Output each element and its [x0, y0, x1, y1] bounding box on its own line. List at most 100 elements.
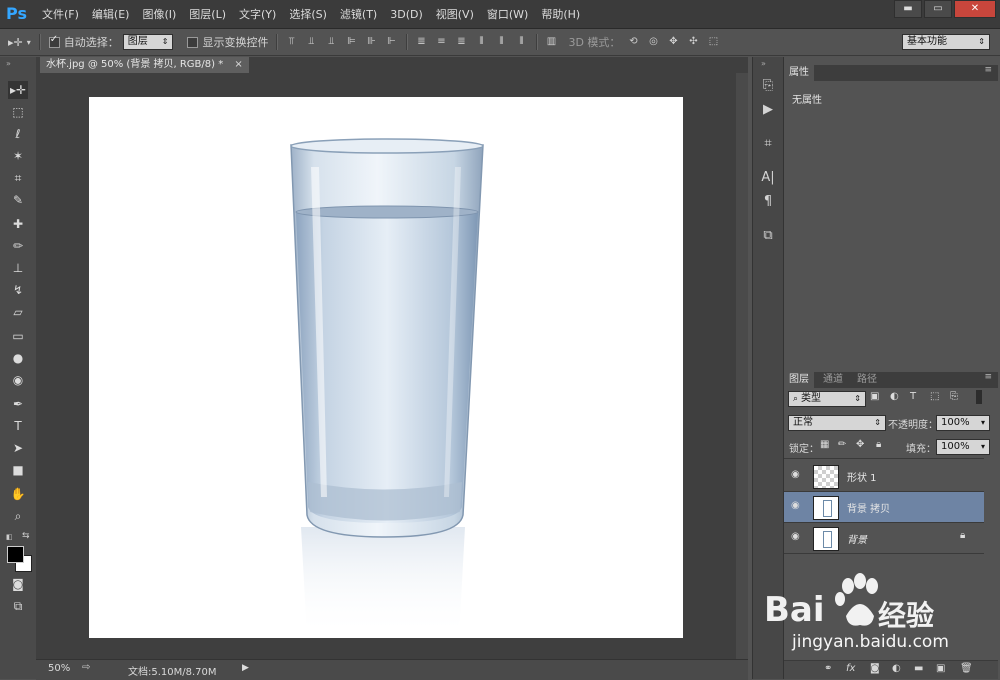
move-tool-preset[interactable]: ▸✛ ▾ — [8, 36, 31, 49]
tab-paths[interactable]: 路径 — [852, 372, 882, 388]
maximize-button[interactable]: ▭ — [924, 0, 952, 18]
menu-item[interactable]: 图层(L) — [189, 6, 226, 22]
screen-mode-icon[interactable]: ⧉ — [8, 597, 28, 615]
actions-panel-icon[interactable]: ▶ — [759, 101, 777, 119]
mask-icon[interactable]: ◙ — [870, 663, 880, 674]
visibility-eye-icon[interactable]: ◉ — [791, 500, 800, 511]
move-tool-icon[interactable]: ▸✛ — [8, 81, 28, 99]
menu-item[interactable]: 文件(F) — [42, 6, 79, 22]
panel-menu-icon[interactable]: ≡ — [984, 372, 992, 382]
auto-select-checkbox[interactable]: 自动选择： 图层 ⇕ — [48, 34, 174, 50]
panel-menu-icon[interactable]: ≡ — [984, 65, 992, 75]
crop-tool-icon[interactable]: ⌗ — [8, 169, 28, 187]
menu-item[interactable]: 滤镜(T) — [340, 6, 377, 22]
brush-presets-icon[interactable]: ⌗ — [759, 135, 777, 153]
clone-stamp-tool-icon[interactable]: ⊥ — [8, 259, 28, 277]
lasso-tool-icon[interactable]: ℓ — [8, 125, 28, 143]
lock-position-icon[interactable]: ✥ — [856, 439, 864, 450]
collapse-icon[interactable]: » — [761, 59, 766, 68]
healing-brush-tool-icon[interactable]: ✚ — [8, 215, 28, 233]
history-panel-icon[interactable]: ⎘ — [759, 77, 777, 95]
distribute-right-icon[interactable]: ⦀ — [514, 36, 528, 48]
history-brush-tool-icon[interactable]: ↯ — [8, 281, 28, 299]
filter-smart-object-icon[interactable]: ⎘ — [950, 391, 958, 402]
status-menu-arrow-icon[interactable]: ▶ — [242, 663, 249, 673]
align-top-icon[interactable]: ⫪ — [284, 36, 298, 48]
filter-type-icon[interactable]: T — [910, 391, 916, 402]
align-hcenter-icon[interactable]: ⊪ — [364, 36, 378, 48]
type-tool-icon[interactable]: T — [8, 417, 28, 435]
tab-properties[interactable]: 属性 — [784, 65, 814, 81]
distribute-top-icon[interactable]: ≣ — [414, 36, 428, 48]
new-layer-icon[interactable]: ▣ — [936, 663, 945, 674]
minimize-button[interactable]: ▬ — [894, 0, 922, 18]
workspace-dropdown[interactable]: 基本功能 ⇕ — [902, 34, 990, 50]
layer-row-selected[interactable]: ◉ 背景 拷贝 — [784, 492, 984, 522]
align-bottom-icon[interactable]: ⫫ — [324, 36, 338, 48]
document-canvas[interactable] — [89, 97, 683, 638]
tab-channels[interactable]: 通道 — [818, 372, 848, 388]
lock-pixels-icon[interactable]: ✏ — [838, 439, 846, 450]
collapse-icon[interactable]: » — [6, 59, 11, 68]
menu-item[interactable]: 窗口(W) — [487, 6, 528, 22]
menu-item[interactable]: 编辑(E) — [92, 6, 130, 22]
menu-item[interactable]: 帮助(H) — [541, 6, 580, 22]
menu-item[interactable]: 图像(I) — [142, 6, 176, 22]
show-transform-checkbox[interactable]: 显示变换控件 — [187, 34, 268, 50]
character-panel-icon[interactable]: A| — [759, 169, 777, 187]
visibility-eye-icon[interactable]: ◉ — [791, 531, 800, 542]
filter-shape-icon[interactable]: ⬚ — [930, 391, 939, 402]
paragraph-styles-icon[interactable]: ⧉ — [759, 227, 777, 245]
link-icon[interactable]: ⚭ — [824, 663, 832, 674]
close-button[interactable]: ✕ — [954, 0, 996, 18]
zoom-tool-icon[interactable]: ⌕ — [8, 507, 28, 525]
layer-row[interactable]: ◉ 背景 🔒︎ — [784, 523, 984, 553]
menu-item[interactable]: 3D(D) — [390, 8, 423, 21]
opacity-field[interactable]: 100% ▾ — [936, 415, 990, 431]
group-icon[interactable]: ▬ — [914, 663, 923, 674]
fx-icon[interactable]: fx — [846, 663, 855, 674]
paragraph-panel-icon[interactable]: ¶ — [759, 193, 777, 211]
3d-scale-icon[interactable]: ⬚ — [706, 36, 720, 48]
gradient-tool-icon[interactable]: ▭ — [8, 327, 28, 345]
layer-row[interactable]: ◉ 形状 1 — [784, 461, 984, 491]
share-icon[interactable]: ⇨ — [82, 662, 90, 673]
delete-icon[interactable]: 🗑︎ — [960, 663, 973, 674]
document-tab[interactable]: 水杯.jpg @ 50% (背景 拷贝, RGB/8) * × — [40, 57, 249, 73]
align-right-icon[interactable]: ⊩ — [384, 36, 398, 48]
3d-slide-icon[interactable]: ✣ — [686, 36, 700, 48]
adjustment-icon[interactable]: ◐ — [892, 663, 901, 674]
lock-transparent-icon[interactable]: ▦ — [820, 439, 829, 450]
path-selection-tool-icon[interactable]: ➤ — [8, 439, 28, 457]
blur-tool-icon[interactable]: ● — [8, 349, 28, 367]
3d-pan-icon[interactable]: ✥ — [666, 36, 680, 48]
blend-mode-dropdown[interactable]: 正常 ⇕ — [788, 415, 886, 431]
fill-field[interactable]: 100% ▾ — [936, 439, 990, 455]
menu-item[interactable]: 选择(S) — [289, 6, 327, 22]
close-tab-icon[interactable]: × — [234, 59, 242, 70]
eraser-tool-icon[interactable]: ▱ — [8, 303, 28, 321]
quick-mask-icon[interactable]: ◙ — [8, 575, 28, 593]
menu-item[interactable]: 文字(Y) — [239, 6, 276, 22]
swap-colors-icon[interactable]: ⇆ — [22, 531, 30, 541]
auto-select-target-dropdown[interactable]: 图层 ⇕ — [122, 34, 174, 50]
filter-toggle-switch[interactable] — [976, 390, 982, 404]
distribute-vcenter-icon[interactable]: ≡ — [434, 36, 448, 48]
rectangle-tool-icon[interactable]: ■ — [8, 461, 28, 479]
distribute-hcenter-icon[interactable]: ⦀ — [494, 36, 508, 48]
3d-roll-icon[interactable]: ◎ — [646, 36, 660, 48]
auto-align-icon[interactable]: ▥ — [544, 36, 558, 48]
visibility-eye-icon[interactable]: ◉ — [791, 469, 800, 480]
hand-tool-icon[interactable]: ✋ — [8, 485, 28, 503]
eyedropper-tool-icon[interactable]: ✎ — [8, 191, 28, 209]
default-colors-icon[interactable]: ◧ — [6, 533, 13, 541]
tab-layers[interactable]: 图层 — [784, 372, 814, 388]
filter-adjustment-icon[interactable]: ◐ — [890, 391, 899, 402]
pen-tool-icon[interactable]: ✒ — [8, 395, 28, 413]
foreground-color-swatch[interactable] — [7, 546, 24, 563]
magic-wand-tool-icon[interactable]: ✶ — [8, 147, 28, 165]
distribute-bottom-icon[interactable]: ≣ — [454, 36, 468, 48]
distribute-left-icon[interactable]: ⦀ — [474, 36, 488, 48]
zoom-level[interactable]: 50% — [48, 663, 70, 674]
dodge-tool-icon[interactable]: ◉ — [8, 371, 28, 389]
